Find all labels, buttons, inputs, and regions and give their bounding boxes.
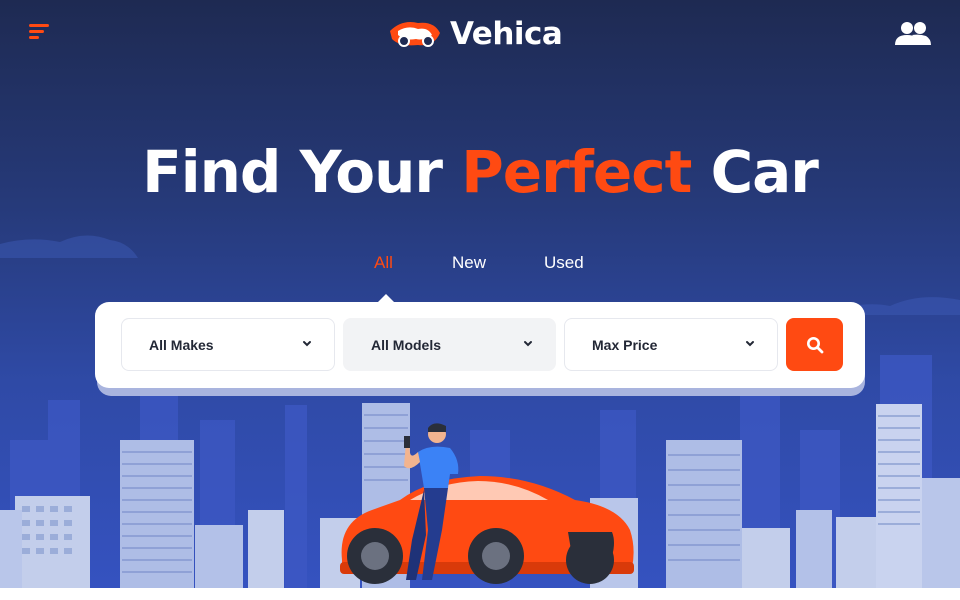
tab-all[interactable]: All	[374, 253, 393, 273]
menu-button[interactable]	[29, 24, 51, 42]
models-select[interactable]: All Models	[343, 318, 556, 371]
brand-logo[interactable]: Vehica	[388, 14, 563, 54]
chevron-down-icon	[303, 341, 311, 347]
headline-part-1: Find Your	[142, 138, 462, 206]
hero-headline: Find Your Perfect Car	[0, 138, 960, 206]
price-select[interactable]: Max Price	[564, 318, 778, 371]
chevron-down-icon	[524, 341, 532, 347]
models-select-value: All Models	[371, 336, 442, 353]
makes-select[interactable]: All Makes	[121, 318, 335, 371]
search-form: All Makes All Models Max Price	[95, 302, 865, 388]
page-bottom-strip	[0, 588, 960, 600]
users-icon	[895, 22, 931, 45]
tab-new[interactable]: New	[452, 253, 486, 273]
makes-select-value: All Makes	[149, 336, 214, 353]
active-tab-pointer	[378, 294, 394, 302]
headline-part-2: Car	[691, 138, 819, 206]
headline-accent: Perfect	[461, 138, 692, 206]
car-logo-icon	[390, 22, 440, 47]
users-button[interactable]	[894, 21, 932, 47]
search-button[interactable]	[786, 318, 843, 371]
hero-illustration	[0, 235, 960, 588]
menu-icon-bar	[29, 24, 49, 27]
brand-name: Vehica	[450, 16, 563, 52]
condition-tabs: All New Used	[0, 253, 960, 277]
hero-section: Vehica Find Your Perfect Car All New Use…	[0, 0, 960, 588]
price-select-value: Max Price	[592, 336, 658, 353]
tab-used[interactable]: Used	[544, 253, 584, 273]
chevron-down-icon	[746, 341, 754, 347]
menu-icon-bar	[29, 36, 39, 39]
search-icon	[806, 336, 823, 353]
menu-icon-bar	[29, 30, 44, 33]
